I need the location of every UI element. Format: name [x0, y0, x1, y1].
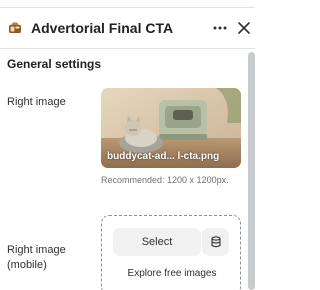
right-image-mobile-label: Right image (mobile) — [7, 244, 66, 271]
select-image-button[interactable]: Select — [113, 228, 201, 256]
scrollbar-thumb[interactable] — [248, 52, 255, 290]
panel-title: Advertorial Final CTA — [31, 20, 174, 36]
image-library-button[interactable] — [202, 228, 229, 256]
close-button[interactable] — [233, 16, 255, 40]
image-dropzone[interactable]: Select Explore free images — [101, 215, 241, 290]
section-block-icon — [8, 21, 22, 35]
right-image-label: Right image — [7, 96, 66, 108]
section-title: General settings — [7, 57, 102, 71]
right-image-thumbnail[interactable]: buddycat-ad... l-cta.png — [101, 88, 241, 168]
database-icon — [210, 236, 221, 248]
image-filename: buddycat-ad... l-cta.png — [107, 151, 220, 162]
explore-free-images-link[interactable]: Explore free images — [102, 268, 242, 279]
top-divider — [0, 0, 255, 8]
close-icon — [238, 22, 250, 34]
panel-header: Advertorial Final CTA — [0, 9, 255, 49]
settings-panel: Advertorial Final CTA General settings R… — [0, 0, 255, 290]
more-horizontal-icon — [213, 26, 227, 30]
image-size-hint: Recommended: 1200 x 1200px. — [101, 175, 229, 185]
more-options-button[interactable] — [208, 16, 232, 40]
